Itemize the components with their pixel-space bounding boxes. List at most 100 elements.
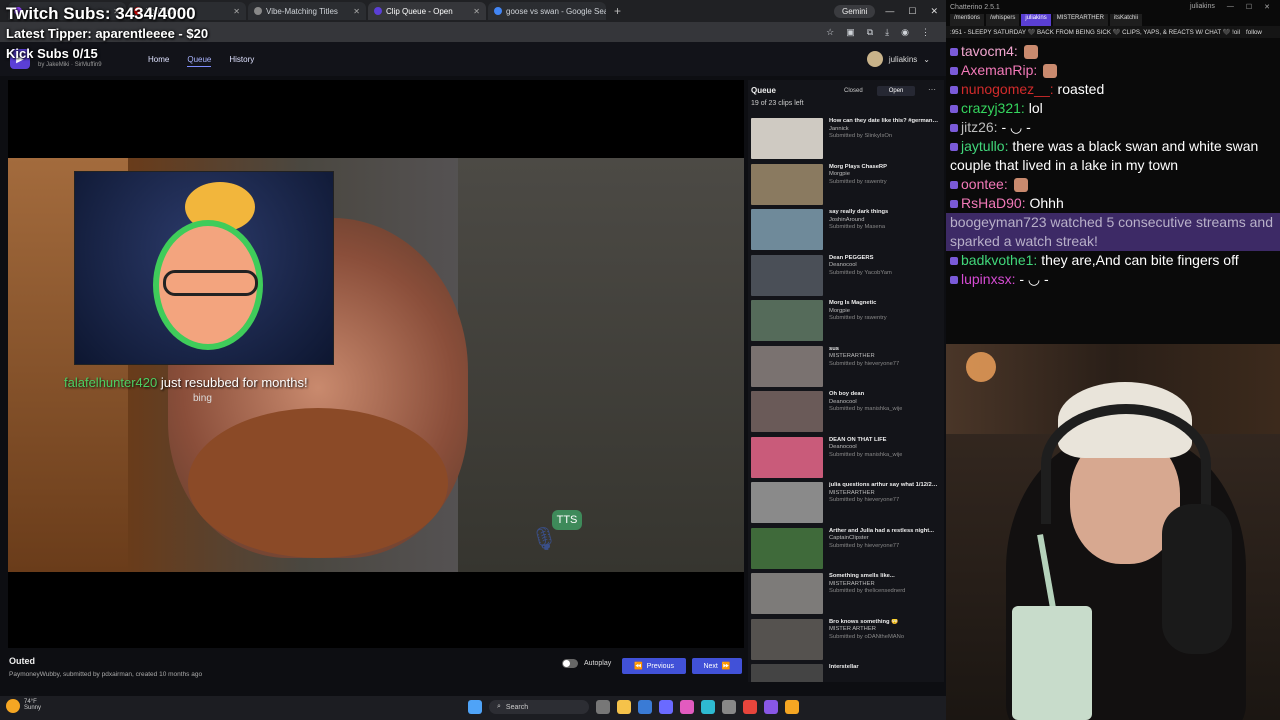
queue-item[interactable]: How can they date like this? #germany #f… xyxy=(751,118,941,164)
chat-username[interactable]: jaytullo: xyxy=(961,138,1008,154)
chevron-down-icon: ⌄ xyxy=(923,54,930,64)
close-icon[interactable]: ✕ xyxy=(353,7,360,16)
queue-item[interactable]: Interstellar xyxy=(751,664,941,682)
chat-message: jitz26: - ◡ - xyxy=(950,118,1280,137)
queue-item[interactable]: say really dark things JoshinAround Submit… xyxy=(751,209,941,255)
queue-item[interactable]: Oh boy dean Deanocool Submitted by manishk… xyxy=(751,391,941,437)
clip-thumbnail[interactable] xyxy=(751,436,823,478)
alert-avatar-image xyxy=(74,171,334,365)
clip-thumbnail[interactable] xyxy=(751,163,823,205)
file-explorer-icon[interactable] xyxy=(617,700,631,714)
chat-text: roasted xyxy=(1057,81,1105,97)
chat-tab[interactable]: /whispers xyxy=(986,14,1020,26)
clip-thumbnail[interactable] xyxy=(751,391,823,432)
chat-username[interactable]: jitz26: xyxy=(961,119,998,135)
app-icon-3[interactable] xyxy=(722,700,736,714)
edge-icon[interactable] xyxy=(701,700,715,714)
app-icon-2[interactable] xyxy=(680,700,694,714)
queue-item[interactable]: julia questions arthur say what 1/12/202… xyxy=(751,482,941,528)
queue-item[interactable]: Arther and Julia had a restless night...… xyxy=(751,527,941,574)
clip-channel[interactable]: PaymoneyWubby xyxy=(9,671,59,678)
user-menu[interactable]: juliakins ⌄ xyxy=(866,51,930,67)
close-window-icon[interactable]: ✕ xyxy=(930,6,938,17)
tab-closed[interactable]: Closed xyxy=(832,86,875,96)
clip-thumbnail[interactable] xyxy=(751,300,823,341)
clip-submitter[interactable]: pdxairman xyxy=(102,671,132,678)
chat-tab[interactable]: MISTERARTHER xyxy=(1052,14,1108,26)
chat-username[interactable]: nunogomez__: xyxy=(961,81,1054,97)
clip-thumbnail[interactable] xyxy=(751,482,823,523)
chatterino-window: Chatterino 2.5.1 juliakins — ☐ ✕ /mentio… xyxy=(946,0,1280,344)
taskbar-search[interactable]: ⌕ Search xyxy=(489,700,589,714)
next-button[interactable]: Next ⏩ xyxy=(692,658,742,674)
autoplay-control[interactable]: Autoplay xyxy=(562,659,611,668)
task-view-icon[interactable] xyxy=(596,700,610,714)
maximize-icon[interactable]: ☐ xyxy=(908,6,916,17)
queue-item-title: Interstellar xyxy=(829,664,859,670)
emote-icon xyxy=(1023,45,1038,60)
browser-tab-clip-queue[interactable]: Clip Queue - Open ✕ xyxy=(368,2,486,20)
store-icon[interactable] xyxy=(638,700,652,714)
queue-item[interactable]: Morg Plays ChaseRP Morgpie Submitted by ra… xyxy=(751,163,941,210)
puzzle-icon[interactable]: ⧉ xyxy=(867,27,873,38)
close-icon[interactable]: ✕ xyxy=(233,7,240,16)
kick-subs-goal: Kick Subs 0/15 xyxy=(6,46,98,61)
chat-message: crazyj321: lol xyxy=(950,99,1280,118)
queue-item[interactable]: Dean PEGGERS Deanocool Submitted by YacobY… xyxy=(751,254,941,301)
queue-item[interactable]: Bro knows something 😳 MISTER ARTHER Submit… xyxy=(751,618,941,665)
stream-title-banner: :951 - SLEEPY SATURDAY 🖤 BACK FROM BEING… xyxy=(946,26,1280,38)
search-icon: ⌕ xyxy=(497,703,501,710)
new-tab-button[interactable]: + xyxy=(608,4,627,18)
chat-username[interactable]: RsHaD90: xyxy=(961,195,1026,211)
chat-tab[interactable]: /mentions xyxy=(950,14,985,26)
chrome-icon[interactable] xyxy=(743,700,757,714)
clip-thumbnail[interactable] xyxy=(751,254,823,296)
minimize-icon[interactable]: — xyxy=(885,6,894,17)
profile-icon[interactable]: ◉ xyxy=(901,27,909,38)
hoodie-person xyxy=(458,158,744,572)
tab-open[interactable]: Open xyxy=(876,86,916,96)
windows-start-icon[interactable] xyxy=(468,700,482,714)
clip-thumbnail[interactable] xyxy=(751,345,823,387)
clip-thumbnail[interactable] xyxy=(751,118,823,159)
nav-history[interactable]: History xyxy=(229,55,254,67)
extension-icon[interactable]: ▣ xyxy=(846,27,855,38)
close-window-icon[interactable]: ✕ xyxy=(1264,3,1270,11)
chat-tab[interactable]: juliakins xyxy=(1021,14,1051,26)
queue-item[interactable]: Morg Is Magnetic Morgpie Submitted by rawe… xyxy=(751,300,941,346)
close-icon[interactable]: ✕ xyxy=(473,7,480,16)
weather-widget[interactable]: 74°F Sunny xyxy=(6,699,41,713)
chat-username[interactable]: tavocm4: xyxy=(961,43,1018,59)
chat-username[interactable]: oontee: xyxy=(961,176,1008,192)
minimize-icon[interactable]: — xyxy=(1227,3,1234,11)
app-icon-1[interactable] xyxy=(659,700,673,714)
clip-thumbnail[interactable] xyxy=(751,573,823,614)
clip-thumbnail[interactable] xyxy=(751,618,823,660)
badge-icon xyxy=(950,48,958,57)
autoplay-toggle[interactable] xyxy=(562,659,578,668)
chat-username[interactable]: crazyj321: xyxy=(961,100,1025,116)
clip-thumbnail[interactable] xyxy=(751,209,823,250)
previous-button[interactable]: ⏪ Previous xyxy=(622,658,686,674)
menu-icon[interactable]: ⋮ xyxy=(921,27,930,38)
star-icon[interactable]: ☆ xyxy=(826,27,834,38)
gemini-button[interactable]: Gemini xyxy=(834,4,876,18)
chat-username[interactable]: AxemanRip: xyxy=(961,62,1037,78)
app-icon-5[interactable] xyxy=(785,700,799,714)
follow-button[interactable]: follow xyxy=(1246,29,1262,36)
download-icon[interactable]: ⤓ xyxy=(885,27,889,38)
queue-item[interactable]: sus MISTERARTHER Submitted by hieveryone77 xyxy=(751,345,941,392)
chat-username[interactable]: lupinxsx: xyxy=(961,271,1015,287)
clip-thumbnail[interactable] xyxy=(751,527,823,569)
maximize-icon[interactable]: ☐ xyxy=(1246,3,1252,11)
clip-thumbnail[interactable] xyxy=(751,664,823,682)
browser-tab-google[interactable]: goose vs swan - Google Search✕ xyxy=(488,2,606,20)
app-icon-4[interactable] xyxy=(764,700,778,714)
chat-username[interactable]: badkvothe1: xyxy=(961,252,1037,268)
more-options-icon[interactable]: ⋯ xyxy=(928,85,936,94)
queue-item[interactable]: DEAN ON THAT LIFE Deanocool Submitted by m… xyxy=(751,436,941,483)
queue-item[interactable]: Something smells like... MISTERARTHER Subm… xyxy=(751,573,941,619)
chat-tab[interactable]: itsKatchii xyxy=(1109,14,1142,26)
browser-tab-vibe[interactable]: Vibe-Matching Titles ✕ xyxy=(248,2,366,20)
queue-item-info: sus MISTERARTHER Submitted by hieveryone77 xyxy=(829,346,899,392)
